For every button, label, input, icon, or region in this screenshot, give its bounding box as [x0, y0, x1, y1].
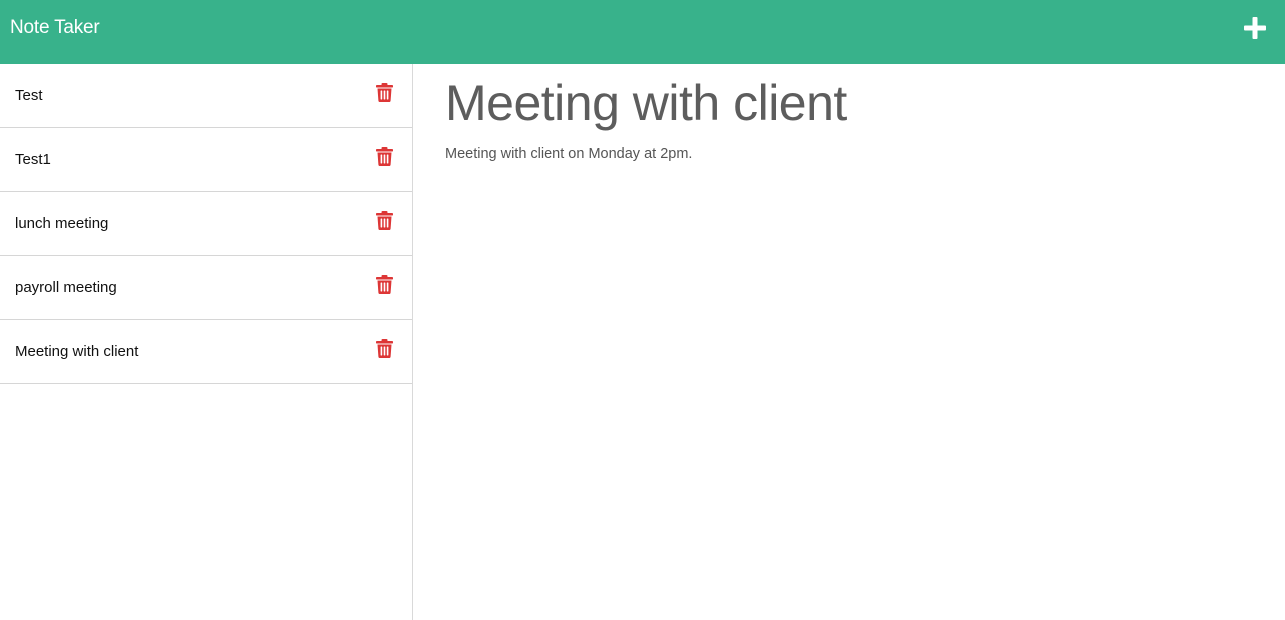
note-text-field[interactable]: Meeting with client on Monday at 2pm. — [445, 144, 692, 164]
note-list: Test Test1 lunch meeting payroll meeting… — [0, 64, 412, 384]
list-item[interactable]: Test1 — [0, 128, 412, 192]
trash-icon[interactable] — [376, 211, 393, 230]
note-title-label: lunch meeting — [15, 215, 109, 232]
trash-icon[interactable] — [376, 339, 393, 358]
navbar: Note Taker — [0, 0, 1285, 64]
list-item[interactable]: payroll meeting — [0, 256, 412, 320]
note-title-label: Test1 — [15, 151, 51, 168]
list-item[interactable]: lunch meeting — [0, 192, 412, 256]
trash-icon[interactable] — [376, 147, 393, 166]
note-title-label: Meeting with client — [15, 343, 139, 360]
trash-icon[interactable] — [376, 83, 393, 102]
note-title-label: payroll meeting — [15, 279, 117, 296]
note-title-label: Test — [15, 87, 43, 104]
note-list-panel: Test Test1 lunch meeting payroll meeting… — [0, 64, 413, 620]
note-editor: Meeting with client Meeting with client … — [413, 64, 1285, 620]
trash-icon[interactable] — [376, 275, 393, 294]
list-item[interactable]: Meeting with client — [0, 320, 412, 384]
plus-icon[interactable] — [1244, 17, 1266, 39]
list-item[interactable]: Test — [0, 64, 412, 128]
brand-link[interactable]: Note Taker — [10, 16, 100, 40]
note-title-field[interactable]: Meeting with client — [445, 74, 847, 132]
